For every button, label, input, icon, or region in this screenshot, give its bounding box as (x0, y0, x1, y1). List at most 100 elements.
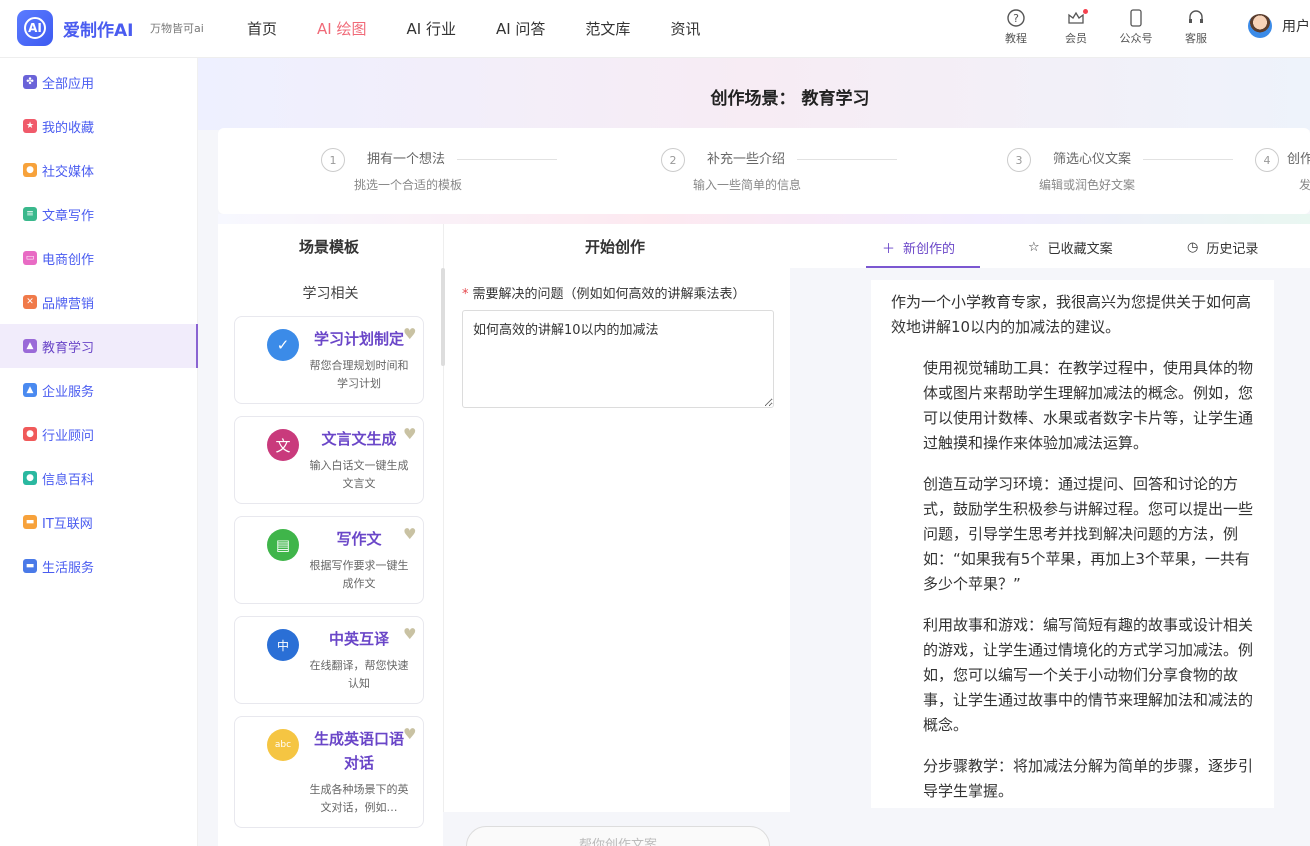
template-card-essay[interactable]: ▤ 写作文 根据写作要求一键生成作文 ♥ (234, 516, 424, 604)
character-icon: 文 (267, 429, 299, 461)
nav-ai-qa[interactable]: AI 问答 (496, 18, 545, 39)
template-card-classical-chinese[interactable]: 文 文言文生成 输入白话文一键生成文言文 ♥ (234, 416, 424, 504)
svg-text:?: ? (1013, 12, 1019, 25)
step-description: 发 (1299, 178, 1310, 192)
card-title: 学习计划制定 (313, 330, 404, 348)
building-icon: ▲ (23, 383, 37, 397)
sidebar-item-article-writing[interactable]: ≡ 文章写作 (0, 192, 198, 236)
logo-icon[interactable]: AI (17, 10, 53, 46)
sidebar-item-consultant[interactable]: ● 行业顾问 (0, 412, 198, 456)
phone-icon (1126, 8, 1146, 28)
tutorial-label: 教程 (1005, 32, 1027, 45)
create-panel-title: 开始创作 (585, 238, 646, 256)
card-title: 中英互译 (328, 630, 389, 648)
template-list-scrollbar[interactable] (441, 268, 445, 366)
card-description: 帮您合理规划时间和学习计划 (309, 359, 409, 390)
card-title: 写作文 (336, 530, 382, 548)
nav-ai-industry[interactable]: AI 行业 (406, 18, 455, 39)
notification-dot (1083, 9, 1088, 14)
sidebar-item-label: 教育学习 (42, 340, 95, 356)
book-icon: ▤ (267, 529, 299, 561)
favorite-heart-icon[interactable]: ♥ (403, 625, 416, 643)
star-outline-icon: ☆ (1028, 240, 1040, 255)
sidebar-item-education[interactable]: ▲ 教育学习 (0, 324, 198, 368)
step-title: 筛选心仪文案 (1053, 152, 1132, 167)
tutorial-button[interactable]: ? 教程 (986, 8, 1046, 46)
plus-icon: ＋ (882, 242, 896, 257)
favorite-heart-icon[interactable]: ♥ (403, 325, 416, 343)
customer-service-label: 客服 (1185, 32, 1207, 45)
header-tools: ? 教程 会员 公众号 客服 用户 (986, 8, 1310, 48)
favorite-heart-icon[interactable]: ♥ (403, 525, 416, 543)
template-card-study-plan[interactable]: ✓ 学习计划制定 帮您合理规划时间和学习计划 ♥ (234, 316, 424, 404)
template-group-label: 学习相关 (302, 286, 359, 302)
card-description: 输入白话文一键生成文言文 (309, 459, 409, 490)
nav-news[interactable]: 资讯 (670, 18, 700, 39)
step-connector (457, 159, 558, 160)
main-nav: 首页 AI 绘图 AI 行业 AI 问答 范文库 资讯 (247, 18, 740, 39)
step-number: 1 (321, 148, 345, 172)
membership-button[interactable]: 会员 (1046, 8, 1106, 46)
person-icon: ● (23, 427, 37, 441)
sidebar-item-favorites[interactable]: ★ 我的收藏 (0, 104, 198, 148)
sidebar-item-life-services[interactable]: ▬ 生活服务 (0, 544, 198, 588)
life-icon: ▬ (23, 559, 37, 573)
sidebar-item-label: 电商创作 (42, 252, 95, 268)
sidebar-item-brand-marketing[interactable]: ✕ 品牌营销 (0, 280, 198, 324)
step-title: 拥有一个想法 (367, 152, 446, 167)
sidebar-item-label: 我的收藏 (42, 120, 95, 136)
marketing-icon: ✕ (23, 295, 37, 309)
chat-bubble-icon: ✓ (267, 329, 299, 361)
graduation-cap-icon: ▲ (23, 339, 37, 353)
nav-template-library[interactable]: 范文库 (585, 18, 630, 39)
user-menu[interactable]: 用户 (1248, 14, 1310, 38)
sidebar-item-label: 社交媒体 (42, 164, 95, 180)
template-panel-title: 场景模板 (299, 238, 360, 256)
step-2: 2 补充一些介绍 输入一些简单的信息 (661, 148, 898, 192)
tab-label: 新创作的 (903, 242, 956, 257)
question-input[interactable]: 如何高效的讲解10以内的加减法 (462, 310, 774, 408)
scene-title: 创作场景： 教育学习 (710, 89, 870, 109)
sidebar-item-label: 文章写作 (42, 208, 95, 224)
gradient-divider (218, 214, 1310, 224)
result-content: 作为一个小学教育专家，我很高兴为您提供关于如何高效地讲解10以内的加减法的建议。… (871, 280, 1274, 808)
step-description: 编辑或润色好文案 (1039, 178, 1136, 192)
result-intro: 作为一个小学教育专家，我很高兴为您提供关于如何高效地讲解10以内的加减法的建议。 (891, 293, 1252, 336)
step-description: 输入一些简单的信息 (693, 178, 802, 192)
social-icon: ● (23, 163, 37, 177)
official-account-button[interactable]: 公众号 (1106, 8, 1166, 46)
document-icon: ≡ (23, 207, 37, 221)
sidebar-item-enterprise[interactable]: ▲ 企业服务 (0, 368, 198, 412)
headset-icon (1186, 8, 1206, 28)
sidebar-item-label: 信息百科 (42, 472, 95, 488)
info-icon: ● (23, 471, 37, 485)
sidebar-item-label: 企业服务 (42, 384, 95, 400)
step-description: 挑选一个合适的模板 (354, 178, 463, 192)
nav-home[interactable]: 首页 (247, 18, 277, 39)
sidebar-item-social-media[interactable]: ● 社交媒体 (0, 148, 198, 192)
question-label-text: 需要解决的问题（例如如何高效的讲解乘法表） (472, 287, 746, 302)
tab-history[interactable]: ◷ 历史记录 (1187, 238, 1258, 257)
step-connector (797, 159, 898, 160)
step-1: 1 拥有一个想法 挑选一个合适的模板 (321, 148, 558, 192)
sidebar-item-ecommerce[interactable]: ▭ 电商创作 (0, 236, 198, 280)
template-card-translation[interactable]: 中 中英互译 在线翻译，帮您快速认知 ♥ (234, 616, 424, 704)
step-4: 4 创作 发 (1255, 148, 1310, 192)
tab-new-creations[interactable]: ＋ 新创作的 (882, 238, 955, 257)
generate-button[interactable]: 帮你创作文案 (466, 826, 770, 846)
monitor-icon: ▬ (23, 515, 37, 529)
sidebar-item-encyclopedia[interactable]: ● 信息百科 (0, 456, 198, 500)
favorite-heart-icon[interactable]: ♥ (403, 425, 416, 443)
brand-slogan: 万物皆可ai (150, 22, 204, 35)
required-asterisk: * (462, 287, 469, 302)
brand-name[interactable]: 爱制作AI (63, 16, 133, 41)
favorite-heart-icon[interactable]: ♥ (403, 725, 416, 743)
tab-label: 已收藏文案 (1047, 242, 1113, 257)
star-icon: ★ (23, 119, 37, 133)
customer-service-button[interactable]: 客服 (1166, 8, 1226, 46)
sidebar-item-it-internet[interactable]: ▬ IT互联网 (0, 500, 198, 544)
tab-saved-copies[interactable]: ☆ 已收藏文案 (1028, 238, 1113, 257)
card-title: 文言文生成 (321, 430, 397, 448)
nav-ai-drawing[interactable]: AI 绘图 (317, 18, 366, 39)
template-card-english-dialogue[interactable]: abc 生成英语口语对话 生成各种场景下的英文对话，例如… ♥ (234, 716, 424, 828)
